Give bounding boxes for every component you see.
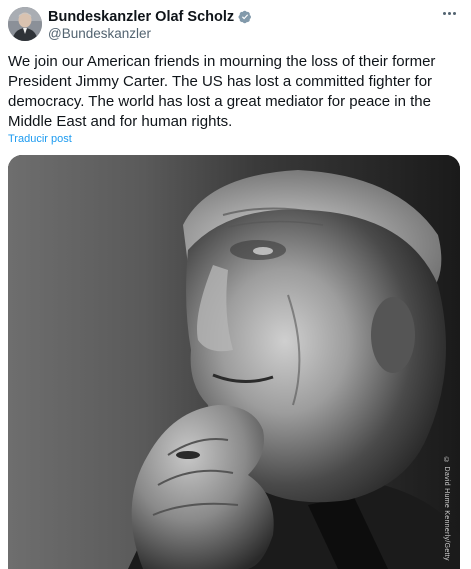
verified-badge-icon (238, 10, 252, 24)
tweet-card: Bundeskanzler Olaf Scholz @Bundeskanzler… (0, 0, 471, 569)
photo-credit: © David Hume Kennerly/Getty (443, 457, 450, 561)
author-display-name[interactable]: Bundeskanzler Olaf Scholz (48, 8, 234, 26)
more-dot (452, 11, 456, 15)
author-name-row[interactable]: Bundeskanzler Olaf Scholz (48, 8, 252, 26)
more-dot (447, 11, 451, 15)
tweet-media-photo[interactable]: © David Hume Kennerly/Getty (8, 155, 460, 569)
avatar-photo (8, 7, 42, 41)
more-dot (442, 11, 446, 15)
more-options-icon[interactable] (437, 5, 461, 21)
author-handle[interactable]: @Bundeskanzler (48, 26, 151, 42)
tweet-text: We join our American friends in mourning… (8, 53, 436, 130)
portrait-image (8, 155, 460, 569)
translate-link[interactable]: Traducir post (8, 132, 72, 146)
avatar[interactable] (8, 7, 42, 41)
